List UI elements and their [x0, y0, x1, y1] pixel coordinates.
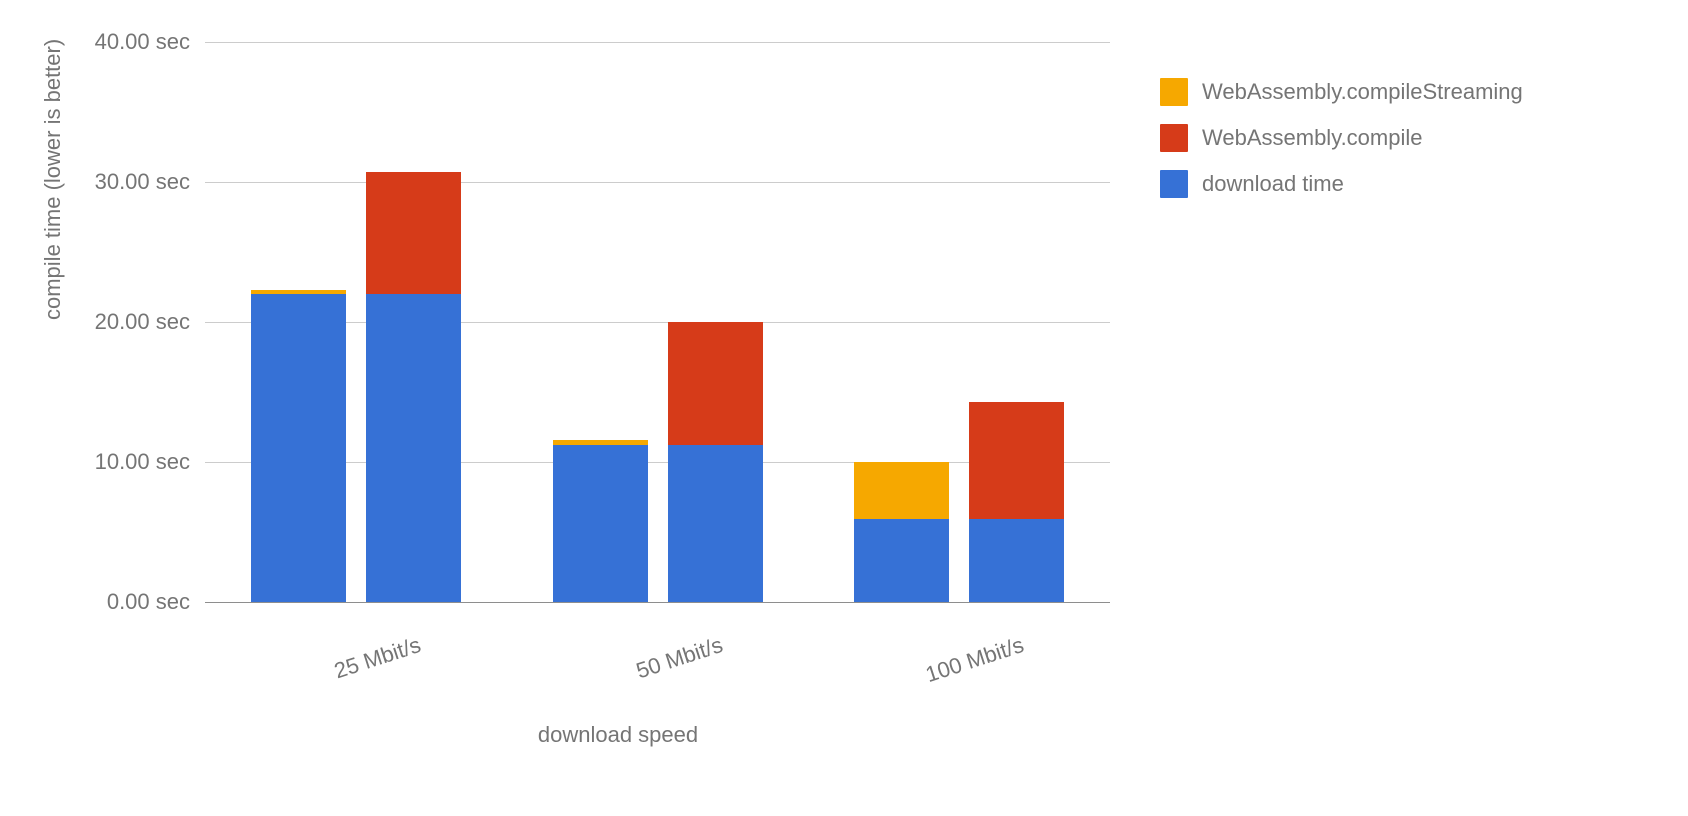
gridline	[205, 602, 1110, 603]
bar-segment	[366, 294, 461, 602]
y-axis-title: compile time (lower is better)	[40, 39, 66, 320]
bar-segment	[251, 290, 346, 294]
y-tick-label: 10.00 sec	[70, 449, 190, 475]
gridline	[205, 42, 1110, 43]
legend-label: WebAssembly.compileStreaming	[1202, 79, 1523, 105]
legend-swatch	[1160, 78, 1188, 106]
legend-item: download time	[1160, 170, 1523, 198]
legend: WebAssembly.compileStreaming WebAssembly.…	[1160, 78, 1523, 216]
gridline	[205, 182, 1110, 183]
bar-segment	[854, 462, 949, 519]
y-tick-label: 0.00 sec	[70, 589, 190, 615]
y-tick-label: 40.00 sec	[70, 29, 190, 55]
bar-segment	[251, 294, 346, 602]
bar-segment	[553, 445, 648, 602]
x-tick-label: 100 Mbit/s	[915, 632, 1028, 691]
plot-area: 0.00 sec10.00 sec20.00 sec30.00 sec40.00…	[205, 42, 1110, 602]
y-tick-label: 20.00 sec	[70, 309, 190, 335]
legend-item: WebAssembly.compile	[1160, 124, 1523, 152]
chart-container: compile time (lower is better) 0.00 sec1…	[0, 0, 1688, 816]
x-axis-title: download speed	[538, 722, 698, 748]
bar-segment	[553, 440, 648, 446]
bar-segment	[366, 172, 461, 294]
legend-item: WebAssembly.compileStreaming	[1160, 78, 1523, 106]
bar-segment	[854, 519, 949, 602]
x-tick-label: 25 Mbit/s	[311, 632, 424, 691]
legend-swatch	[1160, 124, 1188, 152]
bar-segment	[668, 322, 763, 445]
legend-label: WebAssembly.compile	[1202, 125, 1422, 151]
bar-segment	[969, 519, 1064, 602]
y-tick-label: 30.00 sec	[70, 169, 190, 195]
legend-swatch	[1160, 170, 1188, 198]
bar-segment	[668, 445, 763, 602]
bar-segment	[969, 402, 1064, 520]
legend-label: download time	[1202, 171, 1344, 197]
x-tick-label: 50 Mbit/s	[613, 632, 726, 691]
